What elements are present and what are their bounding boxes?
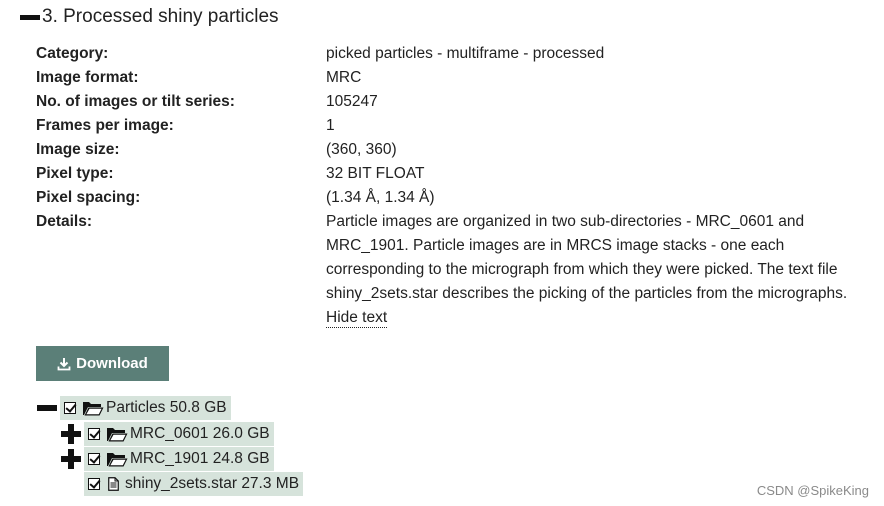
- folder-open-icon: [107, 427, 128, 441]
- details-text: Particle images are organized in two sub…: [326, 213, 848, 302]
- tree-row-mrc-0601: MRC_0601 26.0 GB: [60, 422, 274, 446]
- checkbox[interactable]: [88, 478, 100, 490]
- meta-value: picked particles - multiframe - processe…: [326, 45, 605, 62]
- collapse-icon[interactable]: [36, 397, 58, 419]
- tree-row-star-file: shiny_2sets.star 27.3 MB: [84, 472, 304, 496]
- meta-label: Details:: [36, 213, 92, 230]
- meta-label: Frames per image:: [36, 117, 174, 134]
- meta-label: Image size:: [36, 141, 120, 158]
- tree-row-mrc-1901: MRC_1901 24.8 GB: [60, 447, 274, 471]
- meta-value: (1.34 Å, 1.34 Å): [326, 189, 435, 206]
- tree-node-size: 26.0 GB: [212, 425, 270, 442]
- tree-node-particles[interactable]: Particles 50.8 GB: [60, 396, 231, 420]
- meta-row-pixel-type: Pixel type: 32 BIT FLOAT: [36, 162, 876, 186]
- tree-row-particles: Particles 50.8 GB: [36, 396, 231, 420]
- download-label: Download: [76, 355, 148, 372]
- tree-node-size: 27.3 MB: [241, 475, 300, 492]
- meta-row-category: Category: picked particles - multiframe …: [36, 42, 876, 66]
- tree-node-mrc-0601[interactable]: MRC_0601 26.0 GB: [84, 422, 274, 446]
- meta-value: 105247: [326, 93, 378, 110]
- details-block: Particle images are organized in two sub…: [326, 210, 866, 330]
- meta-row-frames: Frames per image: 1: [36, 114, 876, 138]
- hide-text-link[interactable]: Hide text: [326, 309, 388, 328]
- meta-row-image-size: Image size: (360, 360): [36, 138, 876, 162]
- folder-open-icon: [83, 401, 104, 415]
- tree-node-mrc-1901[interactable]: MRC_1901 24.8 GB: [84, 447, 274, 471]
- download-button[interactable]: Download: [36, 346, 169, 381]
- meta-label: Pixel spacing:: [36, 189, 141, 206]
- metadata-list: Category: picked particles - multiframe …: [36, 42, 876, 330]
- checkbox[interactable]: [88, 428, 100, 440]
- checkbox[interactable]: [88, 453, 100, 465]
- watermark: CSDN @SpikeKing: [756, 483, 869, 498]
- meta-row-pixel-spacing: Pixel spacing: (1.34 Å, 1.34 Å): [36, 186, 876, 210]
- meta-label: Category:: [36, 45, 109, 62]
- tree-node-name: shiny_2sets.star: [125, 475, 237, 492]
- file-icon: [108, 477, 119, 491]
- tree-node-name: Particles: [106, 399, 166, 416]
- checkbox[interactable]: [64, 402, 76, 414]
- meta-label: No. of images or tilt series:: [36, 93, 235, 110]
- meta-label: Pixel type:: [36, 165, 114, 182]
- folder-open-icon: [107, 452, 128, 466]
- expand-icon[interactable]: [60, 448, 82, 470]
- tree-node-size: 50.8 GB: [169, 399, 227, 416]
- meta-value: (360, 360): [326, 141, 397, 158]
- meta-row-details: Details: Particle images are organized i…: [36, 210, 876, 330]
- section-title: 3. Processed shiny particles: [42, 6, 279, 27]
- meta-row-image-format: Image format: MRC: [36, 66, 876, 90]
- tree-node-name: MRC_1901: [130, 450, 209, 467]
- meta-row-image-count: No. of images or tilt series: 105247: [36, 90, 876, 114]
- tree-node-star-file[interactable]: shiny_2sets.star 27.3 MB: [84, 472, 304, 496]
- section-header[interactable]: 3. Processed shiny particles: [20, 6, 279, 28]
- meta-value: MRC: [326, 69, 362, 86]
- meta-label: Image format:: [36, 69, 139, 86]
- meta-value: 32 BIT FLOAT: [326, 165, 425, 182]
- tree-node-name: MRC_0601: [130, 425, 209, 442]
- expand-icon[interactable]: [60, 423, 82, 445]
- collapse-icon[interactable]: [20, 14, 40, 20]
- tree-node-size: 24.8 GB: [212, 450, 270, 467]
- download-icon: [57, 357, 71, 370]
- meta-value: 1: [326, 117, 335, 134]
